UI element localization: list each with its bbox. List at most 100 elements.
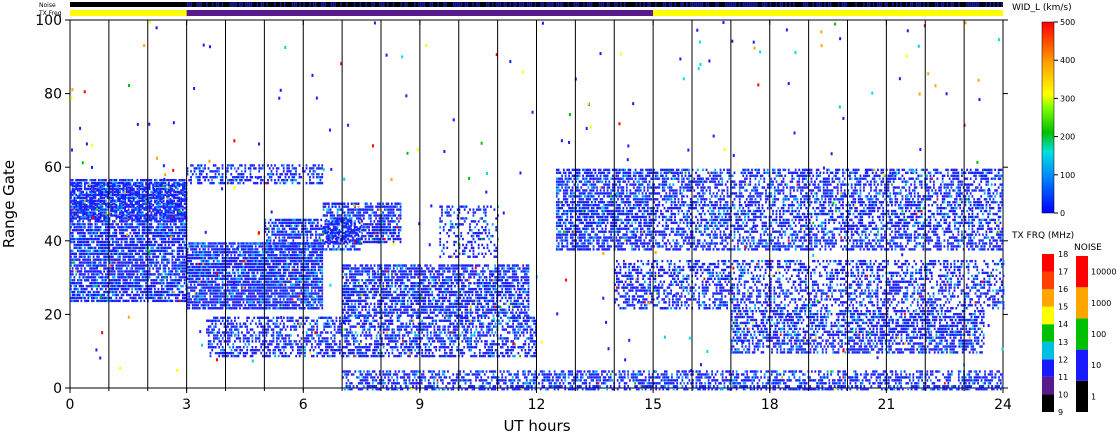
- echo-cell: [242, 248, 245, 251]
- echo-cell: [329, 248, 331, 251]
- echo-cell: [267, 286, 269, 289]
- echo-cell: [270, 295, 273, 298]
- echo-cell: [221, 251, 224, 254]
- echo-cell: [159, 296, 162, 300]
- echo-cell: [139, 249, 142, 253]
- echo-cell: [90, 264, 93, 267]
- echo-cell: [83, 212, 86, 216]
- echo-cell: [83, 261, 86, 264]
- echo-cell: [138, 240, 141, 244]
- echo-cell: [228, 251, 231, 254]
- noise-bar-tick: [940, 2, 943, 7]
- echo-cell: [297, 245, 300, 248]
- echo-cell: [160, 273, 163, 276]
- echo-cell: [94, 234, 97, 238]
- echo-cell: [82, 231, 85, 235]
- echo-cell: [80, 237, 83, 241]
- echo-cell: [125, 279, 128, 282]
- echo-cell: [311, 242, 314, 245]
- noise-bar-tick: [295, 2, 298, 7]
- echo-cell: [96, 299, 99, 303]
- echo-cell: [230, 256, 233, 260]
- echo-cell: [226, 178, 229, 182]
- echo-cell: [118, 184, 121, 188]
- echo-cell: [204, 286, 206, 289]
- echo-cell: [265, 274, 268, 278]
- echo-cell: [303, 256, 306, 260]
- echo-cell: [218, 268, 220, 272]
- echo-cell: [288, 256, 290, 260]
- echo-cell: [136, 258, 139, 261]
- echo-cell: [303, 295, 306, 298]
- echo-cell: [228, 248, 231, 251]
- echo-cell: [261, 289, 264, 292]
- echo-cell: [157, 223, 160, 226]
- echo-cell: [90, 186, 93, 189]
- echo-cell: [87, 231, 90, 235]
- echo-cell: [152, 261, 155, 264]
- echo-cell: [200, 262, 203, 266]
- echo-cell: [312, 277, 315, 280]
- echo-cell: [247, 245, 250, 248]
- echo-cell: [260, 274, 262, 278]
- echo-cell: [127, 246, 130, 250]
- noise-bar-tick: [606, 2, 609, 7]
- echo-cell: [71, 273, 74, 276]
- echo-cell: [71, 234, 74, 238]
- echo-cell: [73, 181, 76, 185]
- echo-cell: [310, 254, 313, 257]
- noise-bar-tick: [587, 2, 589, 7]
- echo-cell: [183, 190, 186, 194]
- echo-cell: [307, 254, 310, 257]
- echo-cell: [171, 264, 174, 267]
- echo-cell: [288, 268, 290, 272]
- echo-cell: [76, 296, 79, 300]
- echo-cell: [261, 283, 264, 286]
- echo-cell: [216, 176, 219, 179]
- echo-cell: [124, 220, 127, 223]
- echo-cell: [106, 211, 109, 214]
- echo-cell: [136, 252, 139, 255]
- noise-bar-tick: [196, 2, 198, 7]
- echo-cell: [127, 261, 130, 264]
- echo-cell: [101, 240, 104, 244]
- echo-cell: [150, 178, 153, 182]
- echo-cell: [226, 280, 229, 283]
- echo-cell: [193, 298, 196, 301]
- echo-cell: [166, 252, 169, 255]
- echo-cell: [115, 246, 118, 250]
- echo-cell: [275, 286, 278, 289]
- echo-cell: [295, 173, 297, 176]
- echo-cell: [124, 279, 127, 282]
- echo-cell: [284, 262, 287, 266]
- echo-cell: [190, 245, 192, 248]
- echo-cell: [202, 170, 205, 173]
- echo-cell: [138, 186, 141, 189]
- echo-cell: [211, 289, 213, 292]
- echo-cell: [80, 231, 83, 235]
- echo-cell: [265, 292, 268, 295]
- echo-cell: [117, 249, 120, 253]
- echo-cell: [284, 268, 287, 272]
- noise-bar-tick: [635, 2, 638, 7]
- echo-cell: [157, 229, 160, 232]
- echo-cell: [97, 231, 100, 235]
- echo-cell: [281, 178, 283, 182]
- echo-cell: [104, 204, 107, 207]
- noise-bar-tick: [437, 2, 439, 7]
- echo-cell: [89, 198, 92, 201]
- echo-cell: [319, 176, 322, 179]
- echo-cell: [288, 277, 290, 280]
- echo-cell: [218, 251, 220, 254]
- echo-cell: [73, 246, 76, 250]
- echo-cell: [233, 251, 236, 254]
- echo-cell: [106, 243, 109, 247]
- echo-cell: [141, 226, 144, 229]
- echo-cell: [277, 176, 280, 179]
- echo-cell: [251, 271, 254, 275]
- echo-cell: [150, 212, 153, 216]
- echo-cell: [240, 164, 243, 167]
- echo-cell: [219, 304, 222, 307]
- echo-cell: [321, 262, 324, 266]
- echo-cell: [284, 176, 287, 179]
